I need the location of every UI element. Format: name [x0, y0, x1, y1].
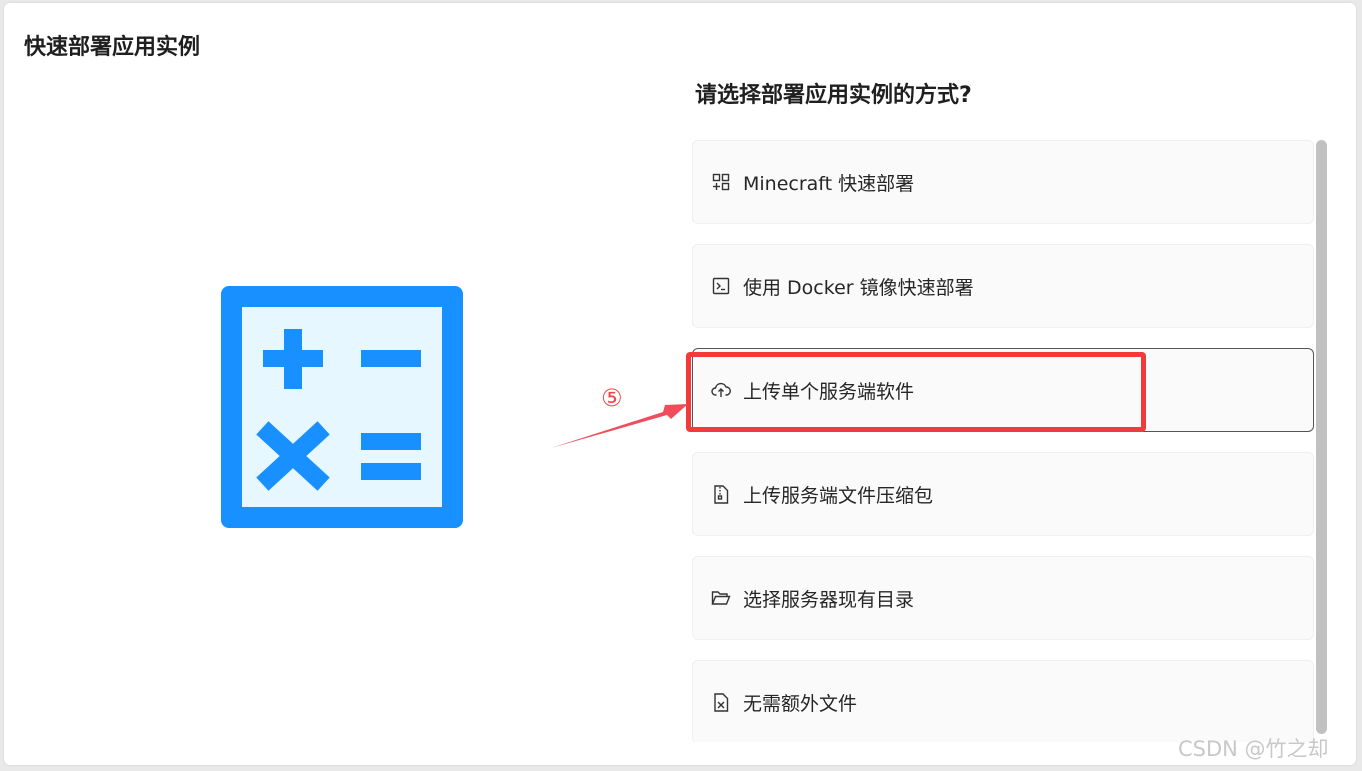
deploy-options-list: Minecraft 快速部署 使用 Docker 镜像快速部署 上传单个服务端软… — [692, 140, 1316, 742]
calculator-icon — [221, 286, 463, 528]
dialog-title: 快速部署应用实例 — [24, 35, 201, 60]
option-label: 上传单个服务端软件 — [743, 380, 915, 403]
deploy-method-question: 请选择部署应用实例的方式? — [695, 83, 972, 108]
zip-file-icon — [711, 484, 731, 504]
app-grid-icon — [711, 172, 731, 192]
options-scrollbar[interactable] — [1316, 140, 1327, 734]
option-select-existing-directory[interactable]: 选择服务器现有目录 — [692, 556, 1314, 640]
option-label: Minecraft 快速部署 — [743, 172, 915, 195]
option-label: 选择服务器现有目录 — [743, 588, 915, 611]
option-no-extra-files[interactable]: 无需额外文件 — [692, 660, 1314, 742]
terminal-icon — [711, 276, 731, 296]
cloud-upload-icon — [711, 380, 731, 400]
option-minecraft-quick-deploy[interactable]: Minecraft 快速部署 — [692, 140, 1314, 224]
folder-open-icon — [711, 588, 731, 608]
annotation-step-marker: ⑤ — [601, 384, 623, 412]
file-excel-icon — [711, 692, 731, 712]
option-label: 无需额外文件 — [743, 692, 858, 715]
option-upload-single-server-software[interactable]: 上传单个服务端软件 — [692, 348, 1314, 432]
option-label: 使用 Docker 镜像快速部署 — [743, 276, 974, 299]
option-docker-image-deploy[interactable]: 使用 Docker 镜像快速部署 — [692, 244, 1314, 328]
watermark: CSDN @竹之却 — [1178, 737, 1329, 761]
option-label: 上传服务端文件压缩包 — [743, 484, 934, 507]
option-upload-server-archive[interactable]: 上传服务端文件压缩包 — [692, 452, 1314, 536]
